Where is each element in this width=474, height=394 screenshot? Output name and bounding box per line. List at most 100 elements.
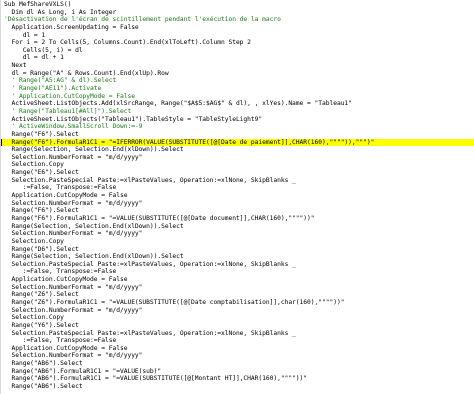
code-text: Range("E6").Select	[4, 169, 79, 177]
code-line[interactable]: :=False, Transpose:=False	[1, 268, 474, 276]
code-line[interactable]: Selection.PasteSpecial Paste:=xlPasteVal…	[1, 261, 474, 269]
code-line[interactable]: Range("AB6").Select	[1, 360, 474, 368]
code-text: dl = 1	[4, 31, 46, 39]
comment-line[interactable]: ' Range("Tableau1[#All]").Select	[1, 108, 474, 116]
code-text: ' Range("A5:AG" & dl).Select	[4, 77, 117, 85]
code-text: :=False, Transpose:=False	[4, 184, 117, 192]
code-line[interactable]: Selection.NumberFormat = "m/d/yyyy"	[1, 154, 474, 162]
code-text: Application.CutCopyMode = False	[4, 276, 128, 284]
code-line[interactable]: Selection.NumberFormat = "m/d/yyyy"	[1, 352, 474, 360]
code-text: Range("AB6").Select	[4, 383, 83, 391]
code-text: :=False, Transpose:=False	[4, 337, 117, 345]
code-line[interactable]: Range("Y6").Select	[1, 322, 474, 330]
code-text: For i = 2 To Cells(5, Columns.Count).End…	[4, 39, 251, 47]
code-line[interactable]: Selection.PasteSpecial Paste:=xlPasteVal…	[1, 177, 474, 185]
code-text: ' Range("Tableau1[#All]").Select	[4, 107, 132, 115]
comment-line[interactable]: ' ActiveWindow.SmallScroll Down:=-9	[1, 123, 474, 131]
code-line[interactable]: Range("Z6").Select	[1, 291, 474, 299]
code-line[interactable]: Sub MefShareVXLS()	[1, 1, 474, 9]
code-text: Application.CutCopyMode = False	[4, 192, 128, 200]
code-text: Selection.NumberFormat = "m/d/yyyy"	[4, 283, 143, 291]
code-text: :=False, Transpose:=False	[4, 268, 117, 276]
code-text: Selection.NumberFormat = "m/d/yyyy"	[4, 352, 143, 360]
code-text: Selection.NumberFormat = "m/d/yyyy"	[4, 199, 143, 207]
code-text: Dim dl As Long, i As Integer	[4, 8, 117, 16]
code-line[interactable]: Range("F6").Select	[1, 131, 474, 139]
code-line[interactable]: Range("AB6").Select	[1, 383, 474, 391]
code-text: ActiveSheet.ListObjects.Add(xlSrcRange, …	[4, 100, 352, 108]
code-line[interactable]: ActiveSheet.ListObjects("Tableau1").Tabl…	[1, 116, 474, 124]
code-line[interactable]: Application.CutCopyMode = False	[1, 192, 474, 200]
code-line[interactable]: ActiveSheet.ListObjects.Add(xlSrcRange, …	[1, 100, 474, 108]
code-line[interactable]: Range("F6").Select	[1, 207, 474, 215]
code-line[interactable]: For i = 2 To Cells(5, Columns.Count).End…	[1, 39, 474, 47]
code-text: Sub MefShareVXLS()	[4, 1, 72, 8]
code-text: Selection.NumberFormat = "m/d/yyyy"	[4, 230, 143, 238]
code-text: Selection.Copy	[4, 161, 64, 169]
code-text: Selection.NumberFormat = "m/d/yyyy"	[4, 153, 143, 161]
code-text: Selection.Copy	[4, 314, 64, 322]
code-text: Range("AB6").FormulaR1C1 = "=VALUE(SUBST…	[4, 375, 308, 383]
code-text: Range("Z6").FormulaR1C1 = "=VALUE(SUBSTI…	[4, 298, 345, 306]
code-text: Application.CutCopyMode = False	[4, 344, 128, 352]
text-cursor	[1, 138, 2, 147]
code-line[interactable]: Cells(5, i) = dl	[1, 47, 474, 55]
code-text: Range(Selection, Selection.End(xlDown)).…	[4, 222, 184, 230]
code-text: Range("D6").Select	[4, 245, 79, 253]
code-text: ' Application.CutCopyMode = False	[4, 92, 135, 100]
comment-line[interactable]: ' Application.CutCopyMode = False	[1, 93, 474, 101]
code-text: Application.ScreenUpdating = False	[4, 23, 139, 31]
code-text: Range("Y6").Select	[4, 321, 79, 329]
code-line[interactable]: :=False, Transpose:=False	[1, 337, 474, 345]
code-line[interactable]: Selection.NumberFormat = "m/d/yyyy"	[1, 230, 474, 238]
code-text: 'Désactivation de l'écran de scintilleme…	[4, 16, 281, 24]
code-text: Cells(5, i) = dl	[4, 46, 83, 54]
code-line[interactable]: Next	[1, 62, 474, 70]
code-line[interactable]: Range(Selection, Selection.End(xlDown)).…	[1, 146, 474, 154]
comment-line[interactable]: 'Désactivation de l'écran de scintilleme…	[1, 16, 474, 24]
code-text: Range(Selection, Selection.End(xlDown)).…	[4, 146, 184, 154]
code-line[interactable]: dl = 1	[1, 32, 474, 40]
code-editor[interactable]: Sub MefShareVXLS() Dim dl As Long, i As …	[0, 0, 474, 394]
code-text: Range(Selection, Selection.End(xlDown)).…	[4, 253, 184, 261]
comment-line[interactable]: ' Range("A5:AG" & dl).Select	[1, 77, 474, 85]
code-line[interactable]: dl = dl + 1	[1, 54, 474, 62]
code-line[interactable]: Selection.NumberFormat = "m/d/yyyy"	[1, 200, 474, 208]
code-text: Selection.Copy	[4, 237, 64, 245]
code-line[interactable]: Selection.NumberFormat = "m/d/yyyy"	[1, 307, 474, 315]
code-text: Range("F6").Select	[4, 130, 79, 138]
code-text: Next	[4, 62, 27, 70]
code-line[interactable]: Range("AB6").FormulaR1C1 = "=VALUE(sub)"	[1, 368, 474, 376]
code-lines: Sub MefShareVXLS() Dim dl As Long, i As …	[1, 1, 474, 391]
highlighted-code-line[interactable]: Range("F6").FormulaR1C1 = "=IFERROR(VALU…	[1, 138, 474, 147]
code-line[interactable]: Range("D6").Select	[1, 246, 474, 254]
code-text: Range("F6").FormulaR1C1 = "=VALUE(SUBSTI…	[4, 214, 315, 222]
code-text: dl = Range("A" & Rows.Count).End(xlUp).R…	[4, 69, 169, 77]
code-line[interactable]: Range(Selection, Selection.End(xlDown)).…	[1, 223, 474, 231]
code-text: Selection.PasteSpecial Paste:=xlPasteVal…	[4, 260, 296, 268]
code-line[interactable]: Application.CutCopyMode = False	[1, 276, 474, 284]
code-line[interactable]: Range("F6").FormulaR1C1 = "=VALUE(SUBSTI…	[1, 215, 474, 223]
code-line[interactable]: Selection.Copy	[1, 238, 474, 246]
code-text: Selection.PasteSpecial Paste:=xlPasteVal…	[4, 329, 296, 337]
code-text: Range("F6").Select	[4, 207, 79, 215]
code-line[interactable]: Range("Z6").FormulaR1C1 = "=VALUE(SUBSTI…	[1, 299, 474, 307]
code-line[interactable]: :=False, Transpose:=False	[1, 184, 474, 192]
code-line[interactable]: Selection.Copy	[1, 314, 474, 322]
code-line[interactable]: Selection.Copy	[1, 161, 474, 169]
code-text: Range("F6").FormulaR1C1 = "=IFERROR(VALU…	[4, 138, 375, 146]
code-text: Selection.PasteSpecial Paste:=xlPasteVal…	[4, 176, 296, 184]
comment-line[interactable]: ' Range("AE11").Activate	[1, 85, 474, 93]
code-line[interactable]: Selection.NumberFormat = "m/d/yyyy"	[1, 284, 474, 292]
code-line[interactable]: Application.ScreenUpdating = False	[1, 24, 474, 32]
code-line[interactable]: Selection.PasteSpecial Paste:=xlPasteVal…	[1, 330, 474, 338]
code-text: Range("AB6").FormulaR1C1 = "=VALUE(sub)"	[4, 367, 162, 375]
code-line[interactable]: dl = Range("A" & Rows.Count).End(xlUp).R…	[1, 70, 474, 78]
code-text: ' ActiveWindow.SmallScroll Down:=-9	[4, 123, 143, 131]
code-line[interactable]: Application.CutCopyMode = False	[1, 345, 474, 353]
code-text: ActiveSheet.ListObjects("Tableau1").Tabl…	[4, 115, 263, 123]
code-line[interactable]: Range("AB6").FormulaR1C1 = "=VALUE(SUBST…	[1, 375, 474, 383]
code-line[interactable]: Range("E6").Select	[1, 169, 474, 177]
code-line[interactable]: Range(Selection, Selection.End(xlDown)).…	[1, 253, 474, 261]
code-text: ' Range("AE11").Activate	[4, 85, 102, 93]
